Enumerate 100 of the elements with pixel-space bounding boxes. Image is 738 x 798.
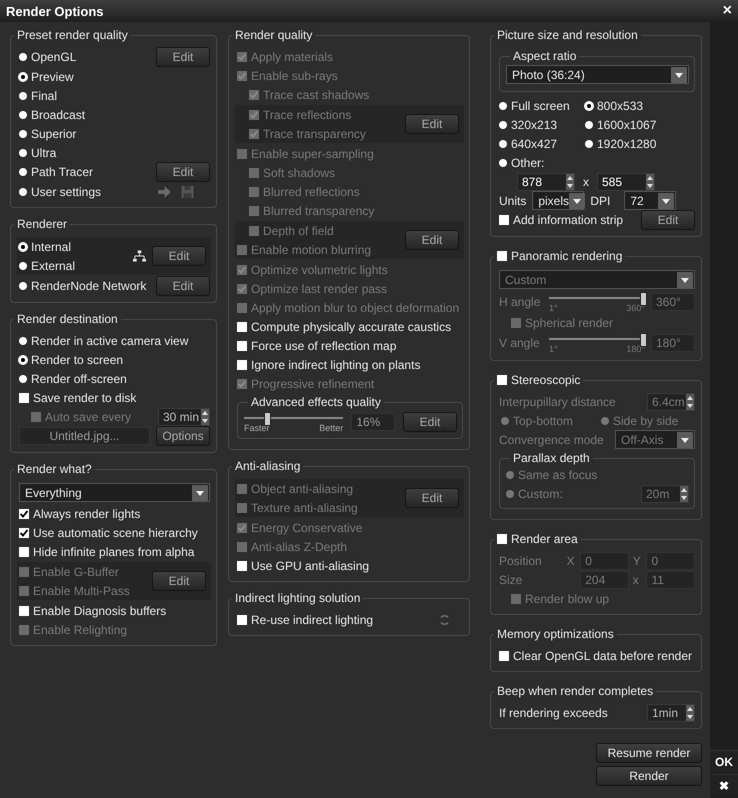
arrow-icon[interactable]	[158, 186, 171, 198]
number-field[interactable]: 11	[646, 570, 695, 588]
radio-button[interactable]	[499, 140, 507, 148]
checkbox-label: Enable super-sampling	[251, 146, 374, 160]
spin-field[interactable]: 6.4cm	[647, 392, 695, 410]
radio-button[interactable]	[499, 158, 507, 166]
checkbox[interactable]	[19, 528, 29, 538]
number-field[interactable]: 0	[580, 552, 629, 570]
radio-button[interactable]	[19, 110, 27, 118]
options-button[interactable]: Options	[156, 426, 210, 446]
dropdown[interactable]: Custom	[499, 270, 695, 289]
checkbox[interactable]	[19, 508, 29, 518]
radio-button[interactable]	[19, 374, 27, 382]
cancel-button[interactable]: ✖	[710, 774, 738, 796]
radio-button[interactable]	[585, 140, 593, 148]
edit-button[interactable]: Edit	[152, 571, 206, 591]
checkbox-label: Hide infinite planes from alpha	[33, 544, 194, 558]
checkbox[interactable]	[19, 392, 29, 402]
radio-label: Custom:	[518, 486, 563, 500]
radio-button[interactable]	[499, 102, 507, 110]
slider[interactable]: Faster Better	[244, 411, 344, 433]
edit-button[interactable]: Edit	[152, 246, 206, 266]
radio-button[interactable]	[19, 282, 27, 290]
network-icon	[133, 250, 146, 262]
group-title: Panoramic rendering	[511, 249, 622, 263]
radio-label: Broadcast	[31, 108, 86, 122]
radio-button[interactable]	[506, 490, 514, 498]
radio-button[interactable]	[499, 120, 507, 128]
radio-button[interactable]	[19, 130, 27, 138]
radio-button[interactable]	[585, 120, 593, 128]
checkbox-label: Anti-alias Z-Depth	[251, 540, 348, 554]
dropdown[interactable]: Photo (36:24)	[506, 65, 689, 84]
group-title: Beep when render completes	[497, 684, 654, 698]
checkbox[interactable]	[237, 322, 247, 332]
dropdown[interactable]: Off-Axis	[615, 430, 695, 449]
radio-button[interactable]	[19, 92, 27, 100]
radio-button[interactable]	[601, 416, 609, 424]
slider[interactable]: 1° 360°	[549, 291, 645, 313]
spin-field[interactable]: 878	[517, 172, 575, 190]
radio-button[interactable]	[19, 72, 27, 80]
dropdown[interactable]: pixels	[532, 191, 584, 210]
radio-button[interactable]	[506, 470, 514, 478]
field-label: If rendering exceeds	[499, 706, 608, 720]
checkbox[interactable]	[237, 340, 247, 350]
number-field[interactable]: 0	[646, 552, 695, 570]
radio-button[interactable]	[19, 53, 27, 61]
checkbox[interactable]	[237, 560, 247, 570]
number-field[interactable]: 204	[580, 570, 629, 588]
checkbox[interactable]	[497, 251, 507, 261]
spinner-arrows-icon	[566, 174, 574, 190]
edit-button[interactable]: Edit	[156, 47, 210, 67]
edit-button[interactable]: Edit	[403, 412, 457, 432]
edit-button[interactable]: Edit	[156, 162, 210, 182]
spin-field[interactable]: 1min	[647, 704, 695, 722]
file-name-field[interactable]: Untitled.jpg...	[19, 427, 150, 445]
render-button[interactable]: Resume render	[596, 743, 702, 763]
checkbox[interactable]	[499, 650, 509, 660]
angle-field[interactable]: 180°	[651, 334, 695, 352]
radio-button[interactable]	[585, 102, 593, 110]
checkbox-label: Trace cast shadows	[263, 88, 370, 102]
spin-field[interactable]: 585	[597, 172, 655, 190]
radio-button[interactable]	[19, 188, 27, 196]
checkbox[interactable]	[19, 606, 29, 616]
checkbox[interactable]	[19, 546, 29, 556]
radio-button[interactable]	[19, 168, 27, 176]
edit-button[interactable]: Edit	[641, 210, 695, 230]
radio-button[interactable]	[19, 242, 27, 250]
radio-label: Internal	[31, 240, 72, 254]
slider-min-label: 1°	[549, 344, 558, 354]
radio-button[interactable]	[501, 416, 509, 424]
radio-button[interactable]	[19, 262, 27, 270]
checkbox[interactable]	[499, 215, 509, 225]
render-button[interactable]: Render	[596, 766, 702, 786]
radio-button[interactable]	[19, 356, 27, 364]
ok-button[interactable]: OK	[710, 750, 738, 772]
radio-label: 640x427	[511, 136, 558, 150]
angle-field[interactable]: 360°	[651, 293, 695, 311]
dpi-label: DPI	[590, 194, 610, 208]
checkbox[interactable]	[237, 614, 247, 624]
edit-button[interactable]: Edit	[405, 230, 459, 250]
edit-button[interactable]: Edit	[405, 114, 459, 134]
group-title: Aspect ratio	[513, 49, 576, 63]
refresh-icon[interactable]	[438, 614, 451, 626]
spin-field[interactable]: 20m	[641, 484, 689, 502]
radio-button[interactable]	[19, 336, 27, 344]
radio-label: 800x533	[597, 98, 644, 112]
checkbox[interactable]	[497, 534, 507, 544]
checkbox-label: Optimize volumetric lights	[251, 262, 388, 276]
checkbox[interactable]	[497, 375, 507, 385]
dropdown[interactable]: 72	[624, 191, 676, 210]
dropdown[interactable]: Everything	[19, 483, 210, 502]
checkbox[interactable]	[237, 360, 247, 370]
edit-button[interactable]: Edit	[156, 276, 210, 296]
slider-max-label: 360°	[626, 303, 645, 313]
radio-button[interactable]	[19, 148, 27, 156]
radio-label: Render off-screen	[31, 372, 127, 386]
slider[interactable]: 1° 180°	[549, 332, 645, 354]
close-button[interactable]: ×	[720, 3, 734, 19]
checkbox-label: Energy Conservative	[251, 520, 362, 534]
edit-button[interactable]: Edit	[405, 488, 459, 508]
